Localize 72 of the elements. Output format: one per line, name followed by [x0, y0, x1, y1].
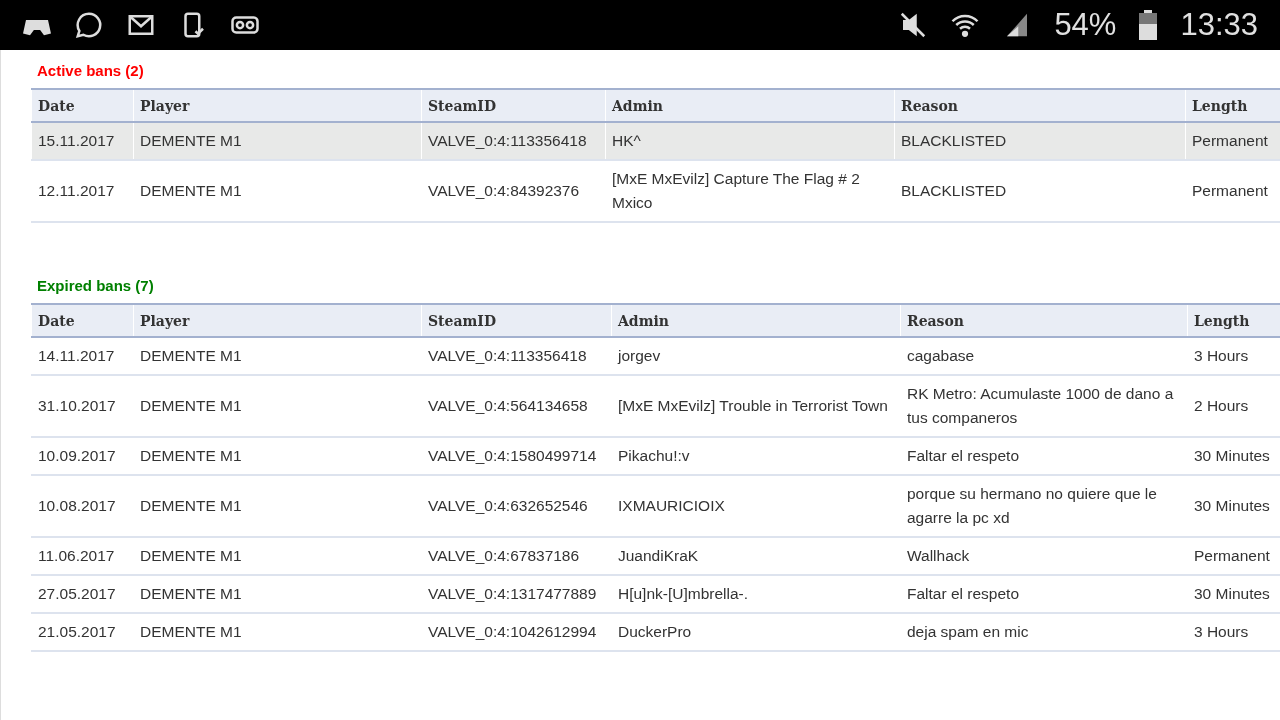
table-cell: [MxE MxEvilz] Trouble in Terrorist Town: [611, 375, 901, 437]
table-cell: Permanent: [1185, 160, 1280, 222]
table-cell: 2 Hours: [1187, 375, 1280, 437]
table-cell: DEMENTE M1: [133, 575, 422, 613]
table-cell: 30 Minutes: [1187, 475, 1280, 537]
table-cell: [MxE MxEvilz] Capture The Flag # 2 Mxico: [605, 160, 895, 222]
table-cell: H[u]nk-[U]mbrella-.: [611, 575, 901, 613]
column-header: Date: [31, 89, 134, 122]
table-cell: DEMENTE M1: [133, 437, 422, 475]
table-cell: 10.08.2017: [31, 475, 134, 537]
table-cell: cagabase: [900, 337, 1188, 375]
column-header: Admin: [611, 304, 901, 337]
battery-percentage: 54%: [1054, 7, 1117, 43]
section-title: Active bans (2): [36, 61, 145, 81]
table-cell: IXMAURICIOIX: [611, 475, 901, 537]
table-cell: DEMENTE M1: [133, 537, 422, 575]
table-cell: deja spam en mic: [900, 613, 1188, 651]
battery-icon: [1138, 10, 1159, 40]
table-cell: JuandiKraK: [611, 537, 901, 575]
table-cell: 15.11.2017: [31, 122, 134, 160]
table-cell: Faltar el respeto: [900, 575, 1188, 613]
table-cell: Pikachu!:v: [611, 437, 901, 475]
table-cell: BLACKLISTED: [894, 160, 1186, 222]
table-cell: Permanent: [1187, 537, 1280, 575]
column-header: Reason: [900, 304, 1188, 337]
table-cell: porque su hermano no quiere que le agarre la pc xd: [900, 475, 1188, 537]
column-header: Player: [133, 89, 422, 122]
clock-time: 13:33: [1180, 7, 1258, 43]
column-header: SteamID: [421, 304, 612, 337]
table-cell: DEMENTE M1: [133, 475, 422, 537]
table-cell: BLACKLISTED: [894, 122, 1186, 160]
table-cell: 14.11.2017: [31, 337, 134, 375]
table-cell: RK Metro: Acumulaste 1000 de dano a tus companeros: [900, 375, 1188, 437]
section-title: Expired bans (7): [36, 276, 155, 296]
table-cell: Wallhack: [900, 537, 1188, 575]
table-cell: VALVE_0:4:67837186: [421, 537, 612, 575]
table-cell: HK^: [605, 122, 895, 160]
table-cell: 30 Minutes: [1187, 575, 1280, 613]
table-cell: DEMENTE M1: [133, 375, 422, 437]
table-cell: VALVE_0:4:564134658: [421, 375, 612, 437]
column-header: SteamID: [421, 89, 606, 122]
table-cell: 21.05.2017: [31, 613, 134, 651]
table-cell: VALVE_0:4:1317477889: [421, 575, 612, 613]
table-cell: 31.10.2017: [31, 375, 134, 437]
table-cell: VALVE_0:4:632652546: [421, 475, 612, 537]
table-cell: 11.06.2017: [31, 537, 134, 575]
table-cell: DEMENTE M1: [133, 613, 422, 651]
column-header: Length: [1187, 304, 1280, 337]
table-cell: 27.05.2017: [31, 575, 134, 613]
table-cell: VALVE_0:4:113356418: [421, 337, 612, 375]
table-cell: DEMENTE M1: [133, 337, 422, 375]
table-cell: VALVE_0:4:1042612994: [421, 613, 612, 651]
table-cell: VALVE_0:4:84392376: [421, 160, 606, 222]
table-cell: DEMENTE M1: [133, 160, 422, 222]
table-cell: 10.09.2017: [31, 437, 134, 475]
table-cell: 12.11.2017: [31, 160, 134, 222]
table-cell: DEMENTE M1: [133, 122, 422, 160]
column-header: Player: [133, 304, 422, 337]
table-cell: 3 Hours: [1187, 613, 1280, 651]
table-cell: DuckerPro: [611, 613, 901, 651]
chat-bubble-icon: [74, 10, 104, 40]
column-header: Reason: [894, 89, 1186, 122]
column-header: Length: [1185, 89, 1280, 122]
column-header: Date: [31, 304, 134, 337]
table-cell: 30 Minutes: [1187, 437, 1280, 475]
table-cell: Faltar el respeto: [900, 437, 1188, 475]
table-cell: 3 Hours: [1187, 337, 1280, 375]
column-header: Admin: [605, 89, 895, 122]
table-cell: Permanent: [1185, 122, 1280, 160]
table-cell: jorgev: [611, 337, 901, 375]
table-cell: VALVE_0:4:1580499714: [421, 437, 612, 475]
table-cell: VALVE_0:4:113356418: [421, 122, 606, 160]
